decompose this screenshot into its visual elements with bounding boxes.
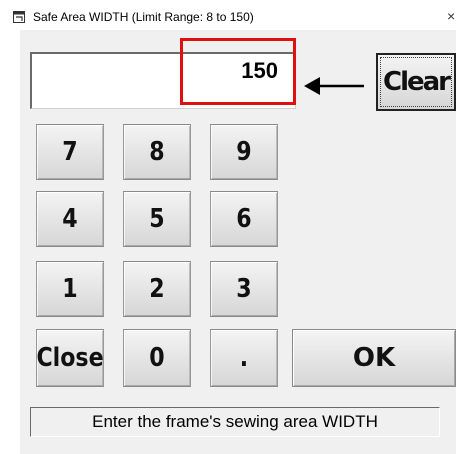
key-5-label: 5: [149, 204, 165, 234]
key-4-button[interactable]: 4: [36, 191, 104, 247]
window-title: Safe Area WIDTH (Limit Range: 8 to 150): [33, 10, 254, 24]
key-6-label: 6: [236, 204, 252, 234]
key-2-button[interactable]: 2: [123, 261, 191, 317]
key-9-label: 9: [236, 137, 252, 167]
status-message: Enter the frame's sewing area WIDTH: [92, 412, 378, 431]
key-8-button[interactable]: 8: [123, 124, 191, 180]
key-2-label: 2: [149, 274, 165, 304]
key-8-label: 8: [149, 137, 165, 167]
key-0-button[interactable]: 0: [123, 329, 191, 387]
key-4-label: 4: [62, 204, 78, 234]
clear-button-focus-ring: [380, 57, 452, 107]
decimal-point-label: .: [239, 343, 249, 373]
close-window-icon[interactable]: ×: [447, 8, 455, 24]
key-3-button[interactable]: 3: [210, 261, 278, 317]
key-9-button[interactable]: 9: [210, 124, 278, 180]
key-3-label: 3: [236, 274, 252, 304]
ok-button[interactable]: OK: [292, 329, 456, 387]
ok-button-label: OK: [352, 343, 396, 373]
title-bar[interactable]: Safe Area WIDTH (Limit Range: 8 to 150) …: [0, 0, 456, 34]
numeric-keypad-dialog: Safe Area WIDTH (Limit Range: 8 to 150) …: [0, 0, 456, 454]
key-1-button[interactable]: 1: [36, 261, 104, 317]
window-app-icon: [13, 11, 25, 23]
value-highlight-frame: [180, 38, 296, 105]
close-button[interactable]: Close: [36, 329, 104, 387]
key-7-label: 7: [62, 137, 78, 167]
key-7-button[interactable]: 7: [36, 124, 104, 180]
key-0-label: 0: [149, 343, 165, 373]
key-1-label: 1: [62, 274, 78, 304]
status-message-box: Enter the frame's sewing area WIDTH: [30, 407, 440, 437]
key-6-button[interactable]: 6: [210, 191, 278, 247]
left-arrow-icon: [304, 77, 364, 95]
close-button-label: Close: [36, 343, 104, 373]
key-5-button[interactable]: 5: [123, 191, 191, 247]
decimal-point-button[interactable]: .: [210, 329, 278, 387]
clear-button[interactable]: Clear: [376, 53, 456, 111]
